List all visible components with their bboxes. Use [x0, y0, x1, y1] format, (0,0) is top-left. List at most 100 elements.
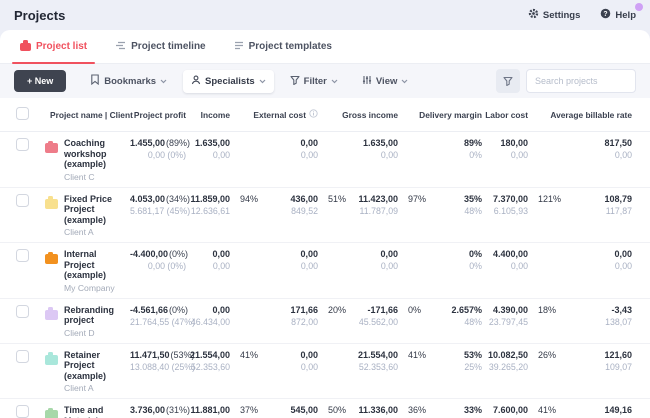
- project-name: Rebranding project: [64, 305, 124, 326]
- row-spacer: [634, 194, 650, 238]
- tab-project-list[interactable]: Project list: [20, 30, 87, 63]
- col-header-external-cost[interactable]: External cost: [232, 109, 320, 120]
- chevron-down-icon: [259, 76, 266, 87]
- cell-external-cost-pct: [320, 249, 354, 293]
- briefcase-icon: [20, 43, 31, 51]
- project-briefcase-icon: [45, 143, 58, 153]
- specialists-button[interactable]: Specialists: [183, 70, 274, 93]
- bookmarks-button[interactable]: Bookmarks: [82, 69, 175, 93]
- select-all-checkbox[interactable]: [16, 107, 29, 120]
- cell-external-cost: 0,00 0,00: [266, 350, 320, 394]
- row-checkbox[interactable]: [16, 249, 29, 262]
- cell-external-cost-pct: 51%: [320, 194, 354, 238]
- col-header-project-profit[interactable]: Project profit: [130, 110, 188, 120]
- project-color-cell: [40, 405, 64, 418]
- project-name-cell[interactable]: Fixed Price Project (example) Client A: [64, 194, 130, 238]
- project-color-cell: [40, 350, 64, 394]
- cell-project-profit: -4.561,66(0%) 21.764,55 (47%): [130, 305, 188, 338]
- project-client: My Company: [64, 283, 124, 293]
- project-color-cell: [40, 194, 64, 238]
- cell-average-billable-rate: 108,79 117,87: [564, 194, 634, 238]
- cell-labor-cost: 4.400,00 0,00: [484, 249, 530, 293]
- cell-income: 21.554,00 52.353,60: [188, 350, 232, 394]
- tab-bar: Project list Project timeline Project te…: [0, 30, 650, 64]
- settings-button[interactable]: Settings: [528, 8, 580, 22]
- project-name-cell[interactable]: Internal Project (example) My Company: [64, 249, 130, 293]
- cell-external-cost: 171,66 872,00: [266, 305, 320, 338]
- sliders-icon: [362, 75, 372, 88]
- tab-project-timeline[interactable]: Project timeline: [115, 30, 205, 63]
- tab-project-templates[interactable]: Project templates: [234, 30, 332, 63]
- cell-gross-income: 11.336,00 31.174,00: [354, 405, 400, 418]
- cell-project-profit: 1.455,00(89%) 0,00 (0%): [130, 138, 188, 182]
- cell-gross-income: -171,66 45.562,00: [354, 305, 400, 338]
- cell-delivery-margin: 35% 48%: [436, 194, 484, 238]
- view-button[interactable]: View: [354, 70, 416, 93]
- cell-income: 11.859,00 12.636,61: [188, 194, 232, 238]
- cell-average-billable-rate: 121,60 109,07: [564, 350, 634, 394]
- project-briefcase-icon: [45, 310, 58, 320]
- cell-labor-cost-pct: 26%: [530, 350, 564, 394]
- col-header-gross-income[interactable]: Gross income: [320, 110, 400, 120]
- cell-labor-cost: 10.082,50 39.265,20: [484, 350, 530, 394]
- project-name-cell[interactable]: Rebranding project Client D: [64, 305, 130, 338]
- row-checkbox[interactable]: [16, 405, 29, 418]
- help-button[interactable]: ? Help: [600, 8, 636, 22]
- cell-labor-cost-pct: [530, 138, 564, 182]
- col-header-labor-cost[interactable]: Labor cost: [484, 110, 530, 120]
- row-checkbox[interactable]: [16, 138, 29, 151]
- select-all-cell: [0, 107, 40, 122]
- cell-average-billable-rate: 0,00 0,00: [564, 249, 634, 293]
- project-color-cell: [40, 305, 64, 338]
- bookmark-icon: [90, 74, 100, 88]
- cell-delivery-margin: 53% 25%: [436, 350, 484, 394]
- col-header-delivery-margin[interactable]: Delivery margin: [400, 110, 484, 120]
- project-name: Retainer Project (example): [64, 350, 124, 382]
- cell-delivery-margin: 89% 0%: [436, 138, 484, 182]
- row-checkbox-cell: [0, 194, 40, 238]
- cell-average-billable-rate: -3,43 138,07: [564, 305, 634, 338]
- cell-external-cost: 0,00 0,00: [266, 138, 320, 182]
- project-name-cell[interactable]: Retainer Project (example) Client A: [64, 350, 130, 394]
- cell-labor-cost: 7.600,00 18.530,00: [484, 405, 530, 418]
- cell-project-profit: -4.400,00(0%) 0,00 (0%): [130, 249, 188, 293]
- col-header-income[interactable]: Income: [188, 110, 232, 120]
- row-checkbox[interactable]: [16, 350, 29, 363]
- row-checkbox[interactable]: [16, 194, 29, 207]
- cell-external-cost-pct: [320, 138, 354, 182]
- col-header-average-billable-rate[interactable]: Average billable rate: [530, 110, 634, 120]
- row-checkbox[interactable]: [16, 305, 29, 318]
- cell-gross-income: 21.554,00 52.353,60: [354, 350, 400, 394]
- table-row[interactable]: Time and Material Project 3.736,00(31%) …: [0, 399, 650, 418]
- table-row[interactable]: Rebranding project Client D -4.561,66(0%…: [0, 299, 650, 344]
- cell-gross-income-pct: [400, 249, 436, 293]
- cell-gross-income: 11.423,00 11.787,09: [354, 194, 400, 238]
- info-icon[interactable]: [309, 109, 318, 120]
- project-briefcase-icon: [45, 410, 58, 418]
- saved-filters-button[interactable]: [496, 69, 520, 93]
- table-row[interactable]: Internal Project (example) My Company -4…: [0, 243, 650, 299]
- cell-income-pct: [232, 138, 266, 182]
- row-checkbox-cell: [0, 249, 40, 293]
- project-name-cell[interactable]: Time and Material Project: [64, 405, 130, 418]
- search-input[interactable]: [526, 69, 636, 93]
- project-briefcase-icon: [45, 199, 58, 209]
- table-row[interactable]: Fixed Price Project (example) Client A 4…: [0, 188, 650, 244]
- filter-button[interactable]: Filter: [282, 70, 346, 93]
- cell-external-cost: 0,00 0,00: [266, 249, 320, 293]
- col-header-project-name[interactable]: Project name | Client: [40, 110, 130, 120]
- project-briefcase-icon: [45, 254, 58, 264]
- cell-gross-income: 1.635,00 0,00: [354, 138, 400, 182]
- table-row[interactable]: Retainer Project (example) Client A 11.4…: [0, 344, 650, 400]
- notification-dot: [635, 3, 643, 11]
- table-row[interactable]: Coaching workshop (example) Client C 1.4…: [0, 132, 650, 188]
- table-header: Project name | Client Project profit Inc…: [0, 98, 650, 132]
- new-project-button[interactable]: + New: [14, 70, 66, 92]
- project-briefcase-icon: [45, 355, 58, 365]
- cell-income: 0,00 0,00: [188, 249, 232, 293]
- cell-gross-income-pct: 36%: [400, 405, 436, 418]
- project-name: Internal Project (example): [64, 249, 124, 281]
- cell-external-cost-pct: 20%: [320, 305, 354, 338]
- chevron-down-icon: [160, 76, 167, 87]
- project-name-cell[interactable]: Coaching workshop (example) Client C: [64, 138, 130, 182]
